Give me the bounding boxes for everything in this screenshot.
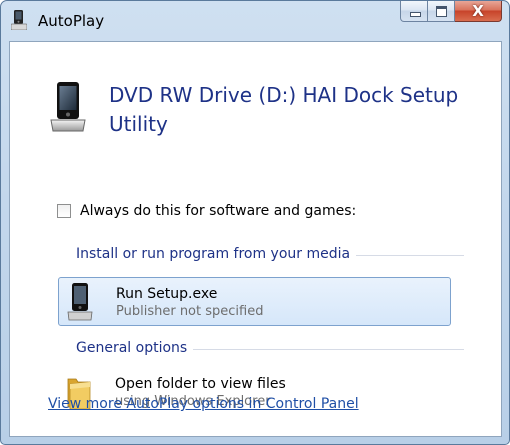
section-header-general: General options [76,340,194,356]
setup-device-icon [67,283,93,321]
run-setup-title: Run Setup.exe [116,286,218,302]
close-icon: X [472,2,484,20]
autoplay-window: AutoPlay X DVD RW Drive (D:) HAI Dock Se… [0,0,510,445]
always-do-this-checkbox[interactable] [57,204,71,218]
minimize-icon [410,12,421,17]
caption-buttons: X [400,1,502,23]
dialog-content: DVD RW Drive (D:) HAI Dock Setup Utility… [9,41,502,437]
autoplay-app-icon [11,10,27,30]
section-header-install: Install or run program from your media [76,246,357,262]
title-bar[interactable]: AutoPlay X [1,1,509,41]
close-button[interactable]: X [455,1,502,22]
maximize-icon [436,6,447,17]
run-setup-option[interactable]: Run Setup.exe Publisher not specified [58,277,451,326]
always-do-this-label[interactable]: Always do this for software and games: [80,203,356,219]
maximize-button[interactable] [428,1,455,22]
window-title: AutoPlay [38,12,105,30]
device-heading: DVD RW Drive (D:) HAI Dock Setup Utility [109,83,459,136]
control-panel-link[interactable]: View more AutoPlay options in Control Pa… [48,396,359,412]
device-icon [50,82,86,132]
run-setup-publisher: Publisher not specified [116,304,264,319]
open-folder-title: Open folder to view files [115,376,286,392]
minimize-button[interactable] [400,1,428,22]
